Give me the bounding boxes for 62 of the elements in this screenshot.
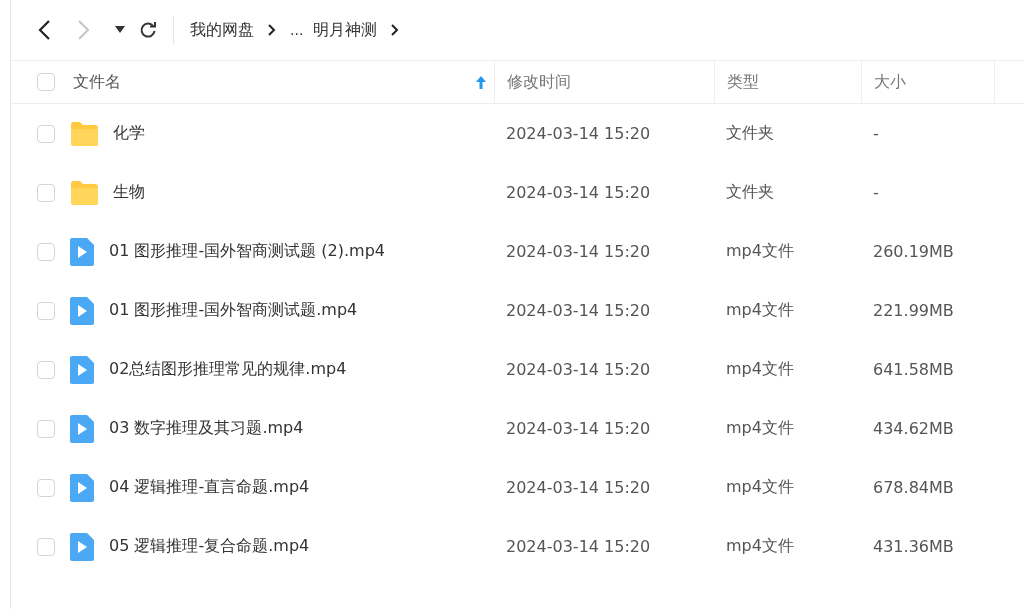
file-name[interactable]: 05 逻辑推理-复合命题.mp4 (109, 536, 310, 557)
file-type: mp4文件 (726, 418, 794, 439)
file-size: 221.99MB (873, 301, 954, 320)
modified-time: 2024-03-14 15:20 (506, 242, 651, 261)
video-file-icon (69, 354, 95, 385)
sort-arrow-icon[interactable] (476, 75, 486, 89)
file-size: 431.36MB (873, 537, 954, 556)
checkbox[interactable] (37, 537, 55, 556)
file-type: 文件夹 (726, 182, 774, 203)
checkbox[interactable] (37, 478, 55, 497)
file-type: mp4文件 (726, 359, 794, 380)
column-header[interactable]: 修改时间 (507, 71, 571, 93)
file-size: 434.62MB (873, 419, 954, 438)
video-file-icon (69, 236, 95, 267)
file-name[interactable]: 01 图形推理-国外智商测试题 (2).mp4 (109, 241, 385, 262)
file-size: - (873, 183, 879, 202)
checkbox[interactable] (37, 419, 55, 438)
modified-time: 2024-03-14 15:20 (506, 360, 651, 379)
modified-time: 2024-03-14 15:20 (506, 537, 651, 556)
file-type: mp4文件 (726, 241, 794, 262)
breadcrumb-item[interactable]: ... (290, 22, 304, 38)
folder-icon (69, 179, 99, 206)
file-name[interactable]: 03 数字推理及其习题.mp4 (109, 418, 304, 439)
file-name[interactable]: 04 逻辑推理-直言命题.mp4 (109, 477, 310, 498)
refresh-icon[interactable] (139, 21, 157, 39)
file-size: 260.19MB (873, 242, 954, 261)
breadcrumb-item[interactable]: 我的网盘 (190, 19, 254, 41)
video-file-icon (69, 472, 95, 503)
file-type: mp4文件 (726, 536, 794, 557)
column-header[interactable]: 大小 (874, 71, 906, 93)
video-file-icon (69, 413, 95, 444)
chevron-right-icon (391, 24, 400, 36)
back-icon[interactable] (37, 19, 51, 41)
modified-time: 2024-03-14 15:20 (506, 183, 651, 202)
file-size: 641.58MB (873, 360, 954, 379)
file-name[interactable]: 化学 (113, 123, 145, 144)
file-size: 678.84MB (873, 478, 954, 497)
chevron-right-icon (268, 24, 276, 36)
video-file-icon (69, 531, 95, 562)
column-header[interactable]: 类型 (727, 71, 759, 93)
checkbox[interactable] (37, 124, 55, 143)
checkbox[interactable] (37, 301, 55, 320)
modified-time: 2024-03-14 15:20 (506, 478, 651, 497)
file-name[interactable]: 02总结图形推理常见的规律.mp4 (109, 359, 347, 380)
file-type: 文件夹 (726, 123, 774, 144)
folder-icon (69, 120, 99, 147)
checkbox[interactable] (37, 183, 55, 202)
modified-time: 2024-03-14 15:20 (506, 419, 651, 438)
checkbox[interactable] (37, 73, 55, 91)
file-type: mp4文件 (726, 477, 794, 498)
column-header[interactable]: 文件名 (73, 71, 121, 93)
modified-time: 2024-03-14 15:20 (506, 124, 651, 143)
video-file-icon (69, 295, 95, 326)
file-type: mp4文件 (726, 300, 794, 321)
file-name[interactable]: 01 图形推理-国外智商测试题.mp4 (109, 300, 358, 321)
checkbox[interactable] (37, 242, 55, 261)
file-name[interactable]: 生物 (113, 182, 145, 203)
checkbox[interactable] (37, 360, 55, 379)
modified-time: 2024-03-14 15:20 (506, 301, 651, 320)
breadcrumb-item[interactable]: 明月神测 (313, 19, 378, 41)
dropdown-caret-icon[interactable] (115, 26, 125, 34)
file-size: - (873, 124, 879, 143)
